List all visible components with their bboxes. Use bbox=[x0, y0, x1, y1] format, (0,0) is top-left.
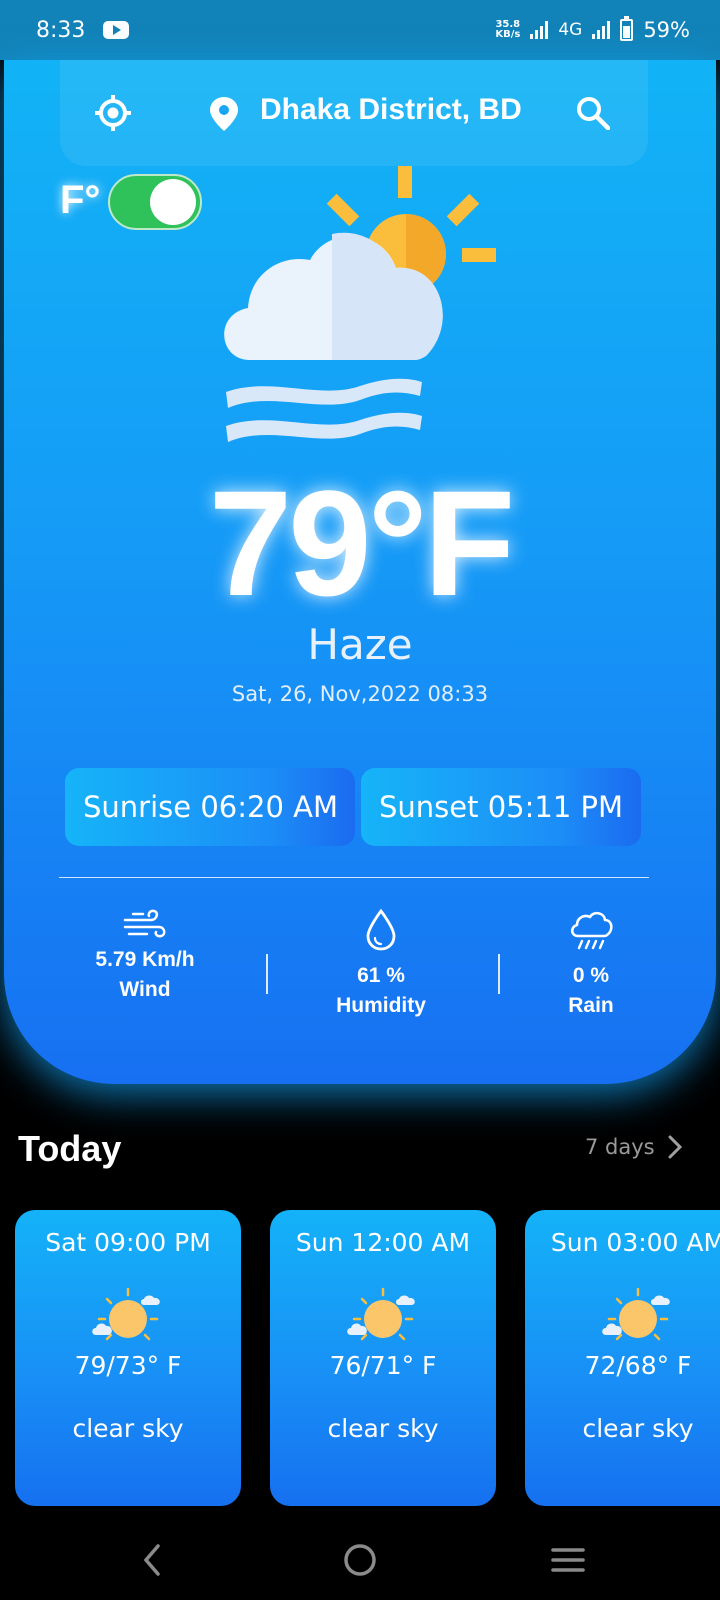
net-speed-unit: KB/s bbox=[495, 29, 521, 40]
wind-stat: 5.79 Km/h Wind bbox=[60, 908, 230, 1002]
stat-separator-2 bbox=[498, 954, 500, 994]
sun-cloud-icon bbox=[602, 1287, 670, 1341]
unit-label: F° bbox=[60, 178, 101, 222]
rain-stat: 0 % Rain bbox=[506, 908, 676, 1018]
seven-days-link[interactable]: 7 days bbox=[585, 1134, 683, 1160]
signal-icon bbox=[530, 21, 549, 39]
battery-icon bbox=[620, 16, 634, 41]
sun-cloud-icon bbox=[92, 1287, 160, 1341]
sun-cloud-icon bbox=[347, 1287, 415, 1341]
location-bar: Dhaka District, BD bbox=[60, 60, 648, 166]
net-speed: 35.8 KB/s bbox=[495, 20, 520, 40]
haze-weather-icon bbox=[224, 166, 496, 442]
rain-cloud-icon bbox=[570, 911, 613, 950]
battery-percent: 59% bbox=[643, 18, 690, 42]
navigation-bar bbox=[0, 1520, 720, 1600]
humidity-drop-icon bbox=[366, 908, 396, 951]
current-weather-card: Dhaka District, BD F° 79°F Haze Sat, 26,… bbox=[4, 60, 716, 1084]
humidity-label: Humidity bbox=[336, 994, 426, 1017]
menu-icon[interactable] bbox=[550, 1542, 586, 1578]
status-indicators: 35.8 KB/s 4G 59% bbox=[495, 16, 690, 42]
forecast-description: clear sky bbox=[582, 1414, 694, 1443]
location-pin-icon bbox=[210, 97, 238, 131]
wind-icon bbox=[123, 909, 166, 938]
wind-label: Wind bbox=[119, 978, 171, 1001]
back-icon[interactable] bbox=[140, 1542, 164, 1578]
forecast-time: Sun 12:00 AM bbox=[295, 1228, 471, 1257]
current-location-icon[interactable] bbox=[94, 94, 132, 132]
unit-toggle[interactable] bbox=[108, 174, 202, 230]
forecast-time: Sun 03:00 AM bbox=[550, 1228, 720, 1257]
forecast-temp-range: 76/71° F bbox=[329, 1351, 437, 1380]
rain-label: Rain bbox=[568, 994, 614, 1017]
status-time: 8:33 bbox=[36, 17, 86, 43]
divider bbox=[59, 877, 649, 878]
status-bar: 8:33 35.8 KB/s 4G 59% bbox=[0, 0, 720, 60]
rain-value: 0 % bbox=[572, 964, 610, 987]
network-type: 4G bbox=[558, 20, 583, 40]
current-temperature: 79°F bbox=[208, 459, 515, 627]
forecast-card[interactable]: Sat 09:00 PM 79/73° F clear sky bbox=[15, 1210, 241, 1506]
forecast-time: Sat 09:00 PM bbox=[45, 1228, 211, 1257]
toggle-knob bbox=[150, 179, 196, 225]
forecast-temp-range: 79/73° F bbox=[74, 1351, 182, 1380]
seven-days-label: 7 days bbox=[585, 1135, 655, 1159]
forecast-temp-range: 72/68° F bbox=[584, 1351, 692, 1380]
wind-value: 5.79 Km/h bbox=[95, 948, 195, 971]
chevron-right-icon bbox=[668, 1135, 682, 1159]
home-icon[interactable] bbox=[342, 1542, 378, 1578]
forecast-description: clear sky bbox=[327, 1414, 439, 1443]
weather-condition: Haze bbox=[307, 620, 413, 669]
current-datetime: Sat, 26, Nov,2022 08:33 bbox=[231, 682, 489, 706]
sunset-box: Sunset 05:11 PM bbox=[361, 768, 641, 846]
humidity-stat: 61 % Humidity bbox=[296, 908, 466, 1018]
location-name[interactable]: Dhaka District, BD bbox=[260, 93, 522, 127]
stat-separator bbox=[266, 954, 268, 994]
youtube-notification-icon bbox=[103, 21, 130, 39]
today-title: Today bbox=[18, 1128, 122, 1169]
search-icon[interactable] bbox=[576, 96, 610, 130]
forecast-card-3[interactable]: Sun 03:00 AM 72/68° F clear sky bbox=[525, 1210, 720, 1506]
sunrise-box: Sunrise 06:20 AM bbox=[65, 768, 355, 846]
forecast-card-2[interactable]: Sun 12:00 AM 76/71° F clear sky bbox=[270, 1210, 496, 1506]
forecast-description: clear sky bbox=[72, 1414, 184, 1443]
signal-icon-2 bbox=[592, 21, 611, 39]
humidity-value: 61 % bbox=[357, 964, 405, 987]
